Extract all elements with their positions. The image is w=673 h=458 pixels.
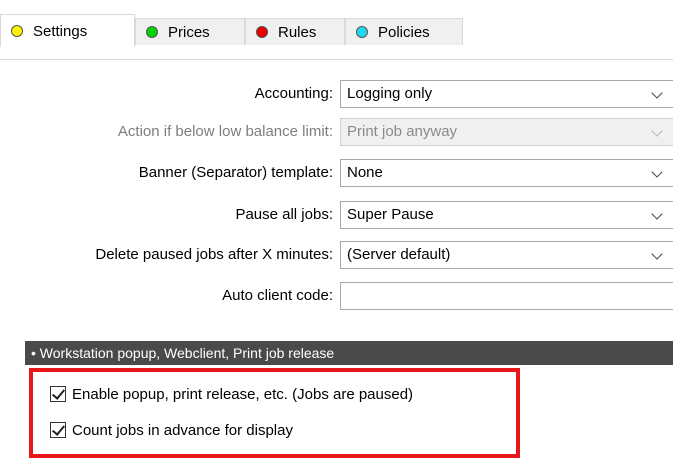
section-header: • Workstation popup, Webclient, Print jo… [25, 341, 673, 365]
banner-label: Banner (Separator) template: [138, 164, 333, 181]
accounting-select[interactable]: Logging only [340, 80, 673, 108]
tab-bar: Settings Prices Rules Policies [0, 14, 673, 60]
delete-paused-label: Delete paused jobs after X minutes: [95, 246, 333, 263]
tab-policies[interactable]: Policies [345, 18, 463, 45]
banner-select[interactable]: None [340, 159, 673, 187]
tab-settings[interactable]: Settings [0, 14, 135, 47]
pause-row: Pause all jobs: Super Pause [0, 200, 673, 230]
tab-divider [0, 59, 673, 60]
low-balance-select: Print job anyway [340, 118, 673, 146]
banner-row: Banner (Separator) template: None [0, 158, 673, 188]
cyan-dot-icon [356, 26, 368, 38]
delete-paused-row: Delete paused jobs after X minutes: (Ser… [0, 240, 673, 270]
highlight-box [29, 368, 520, 458]
chevron-down-icon [651, 87, 663, 99]
banner-value: None [347, 164, 383, 181]
tab-prices[interactable]: Prices [135, 18, 245, 45]
chevron-down-icon [651, 125, 663, 137]
green-dot-icon [146, 26, 158, 38]
yellow-dot-icon [11, 25, 23, 37]
accounting-label: Accounting: [254, 85, 333, 102]
pause-value: Super Pause [347, 206, 434, 223]
chevron-down-icon [651, 248, 663, 260]
low-balance-row: Action if below low balance limit: Print… [0, 117, 673, 147]
chevron-down-icon [651, 166, 663, 178]
red-dot-icon [256, 26, 268, 38]
tab-rules-label: Rules [278, 23, 317, 41]
pause-select[interactable]: Super Pause [340, 201, 673, 229]
low-balance-label: Action if below low balance limit: [117, 123, 333, 140]
pause-label: Pause all jobs: [235, 206, 333, 223]
accounting-value: Logging only [347, 85, 433, 102]
tab-settings-label: Settings [33, 22, 88, 40]
auto-client-input[interactable] [340, 282, 673, 310]
delete-paused-value: (Server default) [347, 246, 451, 263]
tab-prices-label: Prices [168, 23, 210, 41]
tab-rules[interactable]: Rules [245, 18, 345, 45]
delete-paused-select[interactable]: (Server default) [340, 241, 673, 269]
auto-client-row: Auto client code: [0, 281, 673, 311]
tab-policies-label: Policies [378, 23, 430, 41]
accounting-row: Accounting: Logging only [0, 79, 673, 109]
chevron-down-icon [651, 208, 663, 220]
auto-client-label: Auto client code: [222, 287, 333, 304]
low-balance-value: Print job anyway [347, 123, 458, 140]
